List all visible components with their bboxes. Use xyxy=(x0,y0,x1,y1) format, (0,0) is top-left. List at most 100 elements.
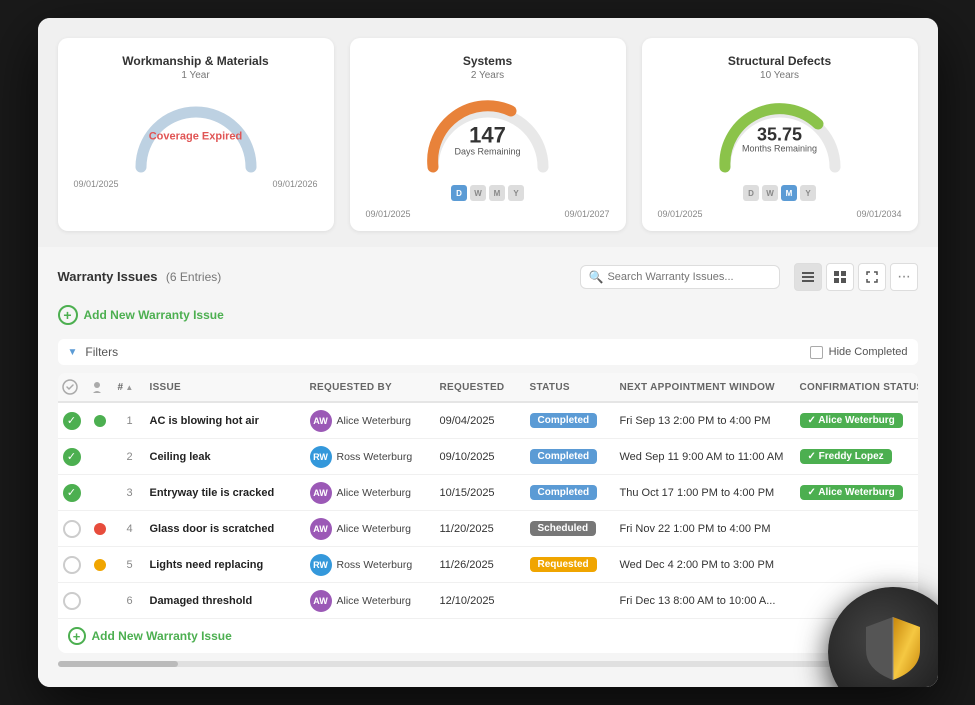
table-row[interactable]: 6 Damaged threshold AW Alice Weterburg 1… xyxy=(58,583,918,619)
table-row[interactable]: ✓ 3 Entryway tile is cracked AW Alice We… xyxy=(58,475,918,511)
table-row[interactable]: ✓ 1 AC is blowing hot air AW Alice Weter… xyxy=(58,403,918,439)
shield-icon xyxy=(858,612,928,687)
status-badge-2: Completed xyxy=(530,449,598,464)
search-input[interactable] xyxy=(607,271,770,283)
view-controls: ··· xyxy=(794,263,918,291)
search-bar[interactable]: 🔍 xyxy=(580,265,780,289)
gauge-sub-text-systems: Days Remaining xyxy=(454,146,520,156)
check-icon-3: ✓ xyxy=(63,484,81,502)
dot-icon-1 xyxy=(94,415,106,427)
dot-icon-4 xyxy=(94,523,106,535)
section-header: Warranty Issues (6 Entries) 🔍 xyxy=(58,263,918,291)
td-confirmation-1: ✓ Alice Weterburg xyxy=(796,413,918,428)
status-badge-5: Requested xyxy=(530,557,597,572)
td-appointment-4: Fri Nov 22 1:00 PM to 4:00 PM xyxy=(616,523,796,535)
td-requester-4: AW Alice Weterburg xyxy=(306,518,436,540)
app-container: Workmanship & Materials 1 Year Coverage … xyxy=(38,18,938,687)
scrollbar-thumb[interactable] xyxy=(58,661,178,667)
gauge-card-systems: Systems 2 Years 147 Days Remaining D W M… xyxy=(350,38,626,231)
status-badge-4: Scheduled xyxy=(530,521,597,536)
td-status-1: Completed xyxy=(526,413,616,428)
time-btn-d-structural[interactable]: D xyxy=(743,185,759,201)
td-status-5: Requested xyxy=(526,557,616,572)
ellipsis-icon: ··· xyxy=(897,268,910,286)
check-icon-6 xyxy=(63,592,81,610)
gauge-subtitle-structural: 10 Years xyxy=(654,70,906,81)
gauge-svg-systems: 147 Days Remaining xyxy=(362,89,614,179)
hide-completed-toggle[interactable]: Hide Completed xyxy=(810,346,908,359)
more-options-btn[interactable]: ··· xyxy=(890,263,918,291)
time-btn-y-structural[interactable]: Y xyxy=(800,185,816,201)
td-num-6: 6 xyxy=(114,595,146,607)
td-issue-6: Damaged threshold xyxy=(146,595,306,607)
td-requested-2: 09/10/2025 xyxy=(436,451,526,463)
td-check-2: ✓ xyxy=(58,448,86,466)
td-dot-4 xyxy=(86,523,114,535)
grid-view-btn[interactable] xyxy=(826,263,854,291)
list-view-btn[interactable] xyxy=(794,263,822,291)
td-check-3: ✓ xyxy=(58,484,86,502)
time-btn-w-structural[interactable]: W xyxy=(762,185,778,201)
search-icon: 🔍 xyxy=(589,270,604,284)
avatar-3: AW xyxy=(310,482,332,504)
td-dot-5 xyxy=(86,559,114,571)
td-num-2: 2 xyxy=(114,451,146,463)
scrollbar-track xyxy=(58,661,918,667)
confirmation-badge-3: ✓ Alice Weterburg xyxy=(800,485,903,500)
gauge-card-structural: Structural Defects 10 Years 35.75 Months… xyxy=(642,38,918,231)
gauge-row: Workmanship & Materials 1 Year Coverage … xyxy=(38,18,938,247)
avatar-5: RW xyxy=(310,554,332,576)
expand-view-btn[interactable] xyxy=(858,263,886,291)
add-new-button-bottom[interactable]: + Add New Warranty Issue xyxy=(58,619,918,653)
check-icon-4 xyxy=(63,520,81,538)
td-issue-3: Entryway tile is cracked xyxy=(146,487,306,499)
td-appointment-1: Fri Sep 13 2:00 PM to 4:00 PM xyxy=(616,415,796,427)
time-btn-d-systems[interactable]: D xyxy=(451,185,467,201)
add-new-button-top[interactable]: + Add New Warranty Issue xyxy=(58,301,918,329)
table-row[interactable]: 5 Lights need replacing RW Ross Weterbur… xyxy=(58,547,918,583)
time-btn-m-systems[interactable]: M xyxy=(489,185,505,201)
gauge-label-workmanship: Coverage Expired xyxy=(149,130,243,142)
td-num-1: 1 xyxy=(114,415,146,427)
th-status: STATUS xyxy=(526,379,616,395)
avatar-6: AW xyxy=(310,590,332,612)
td-requester-1: AW Alice Weterburg xyxy=(306,410,436,432)
td-requested-5: 11/26/2025 xyxy=(436,559,526,571)
td-requested-4: 11/20/2025 xyxy=(436,523,526,535)
avatar-2: RW xyxy=(310,446,332,468)
plus-icon-bottom: + xyxy=(68,627,86,645)
td-check-5 xyxy=(58,556,86,574)
gauge-title-workmanship: Workmanship & Materials xyxy=(70,54,322,68)
confirmation-badge-2: ✓ Freddy Lopez xyxy=(800,449,892,464)
td-requested-6: 12/10/2025 xyxy=(436,595,526,607)
td-status-2: Completed xyxy=(526,449,616,464)
time-btn-m-structural[interactable]: M xyxy=(781,185,797,201)
time-btn-w-systems[interactable]: W xyxy=(470,185,486,201)
table-row[interactable]: 4 Glass door is scratched AW Alice Weter… xyxy=(58,511,918,547)
td-issue-5: Lights need replacing xyxy=(146,559,306,571)
check-icon-1: ✓ xyxy=(63,412,81,430)
filters-button[interactable]: ▼ Filters xyxy=(68,345,119,359)
th-requested-by: REQUESTED BY xyxy=(306,379,436,395)
gauge-label-systems: 147 Days Remaining xyxy=(454,124,520,156)
expired-text: Coverage Expired xyxy=(149,130,243,142)
gauge-dates-systems: 09/01/2025 09/01/2027 xyxy=(362,209,614,219)
check-icon-2: ✓ xyxy=(63,448,81,466)
gauge-label-structural: 35.75 Months Remaining xyxy=(742,126,817,154)
th-confirmation: CONFIRMATION STATUS xyxy=(796,379,918,395)
gauge-big-num-structural: 35.75 xyxy=(742,126,817,144)
hide-completed-checkbox[interactable] xyxy=(810,346,823,359)
plus-icon-top: + xyxy=(58,305,78,325)
th-check xyxy=(58,379,86,395)
td-num-4: 4 xyxy=(114,523,146,535)
list-icon xyxy=(801,270,815,284)
gauge-title-systems: Systems xyxy=(362,54,614,68)
table-row[interactable]: ✓ 2 Ceiling leak RW Ross Weterburg 09/10… xyxy=(58,439,918,475)
gauge-subtitle-workmanship: 1 Year xyxy=(70,70,322,81)
gauge-time-buttons-structural: D W M Y xyxy=(654,185,906,201)
td-requester-6: AW Alice Weterburg xyxy=(306,590,436,612)
time-btn-y-systems[interactable]: Y xyxy=(508,185,524,201)
filters-row: ▼ Filters Hide Completed xyxy=(58,339,918,365)
avatar-1: AW xyxy=(310,410,332,432)
td-status-3: Completed xyxy=(526,485,616,500)
